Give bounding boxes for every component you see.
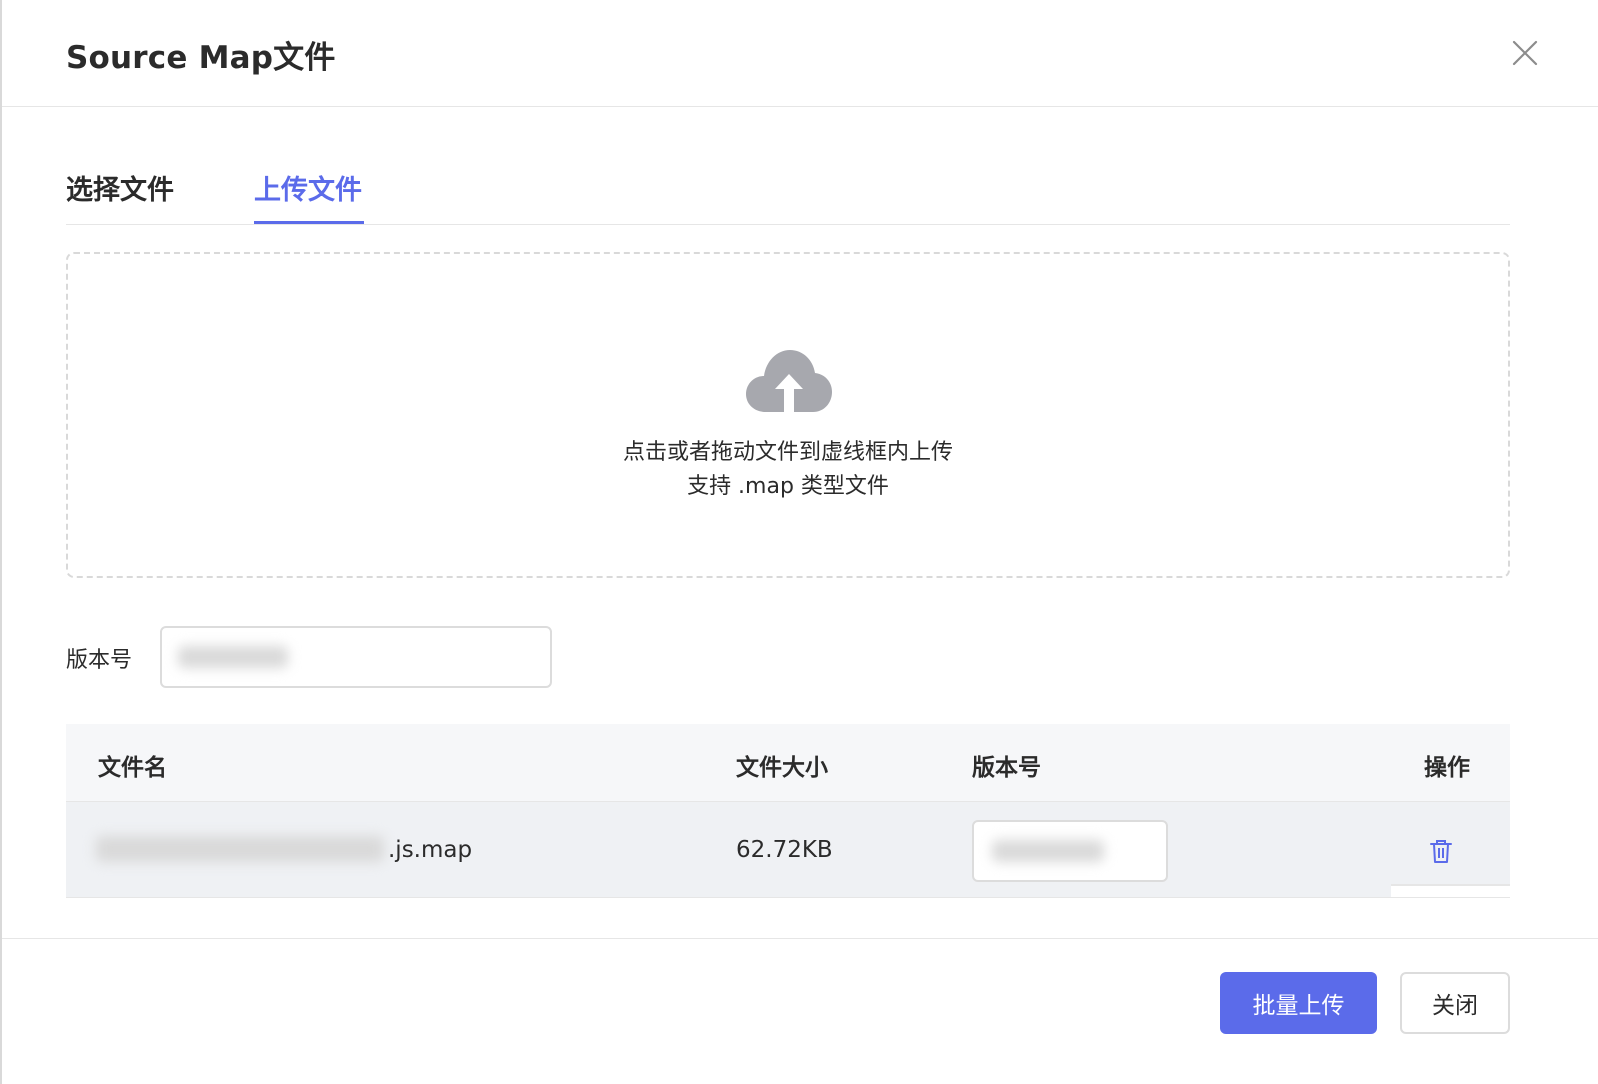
dropzone-instruction: 点击或者拖动文件到虚线框内上传 [622,440,953,465]
row-filename-suffix: .js.map [388,837,473,863]
table-row: .js.map 62.72KB [66,802,1510,898]
redacted-version-value [178,646,288,668]
dropzone-file-type-hint: 支持 .map 类型文件 [687,474,889,499]
dialog-footer: 批量上传 关闭 [2,938,1598,1084]
cloud-upload-icon [746,350,832,412]
close-button[interactable]: 关闭 [1400,972,1510,1034]
batch-upload-button[interactable]: 批量上传 [1220,972,1377,1034]
dialog-header: Source Map文件 [2,0,1598,107]
header-filename: 文件名 [98,755,167,781]
redacted-row-version [992,840,1104,862]
header-actions: 操作 [1424,755,1470,781]
tab-select-file[interactable]: 选择文件 [66,168,174,225]
active-tab-indicator [254,221,364,224]
delete-icon[interactable] [1428,838,1454,864]
upload-dropzone[interactable]: 点击或者拖动文件到虚线框内上传 支持 .map 类型文件 [66,252,1510,578]
row-filesize: 62.72KB [736,837,833,863]
version-label: 版本号 [66,648,133,673]
file-table: 文件名 文件大小 版本号 操作 .js.map 62.72KB [66,724,1510,898]
table-header: 文件名 文件大小 版本号 操作 [66,724,1510,802]
header-filesize: 文件大小 [736,755,828,781]
tab-upload-file[interactable]: 上传文件 [254,168,362,225]
header-version: 版本号 [972,755,1041,781]
row-divider [1391,884,1510,897]
close-icon[interactable] [1510,38,1540,68]
source-map-dialog: Source Map文件 选择文件 上传文件 点击或者拖动文件到虚线框内上传 支… [0,0,1598,1084]
version-input[interactable] [160,626,552,688]
row-version-input[interactable] [972,820,1168,882]
tabs-bar: 选择文件 上传文件 [66,148,1510,225]
redacted-filename [96,836,384,862]
dialog-title: Source Map文件 [66,40,336,76]
